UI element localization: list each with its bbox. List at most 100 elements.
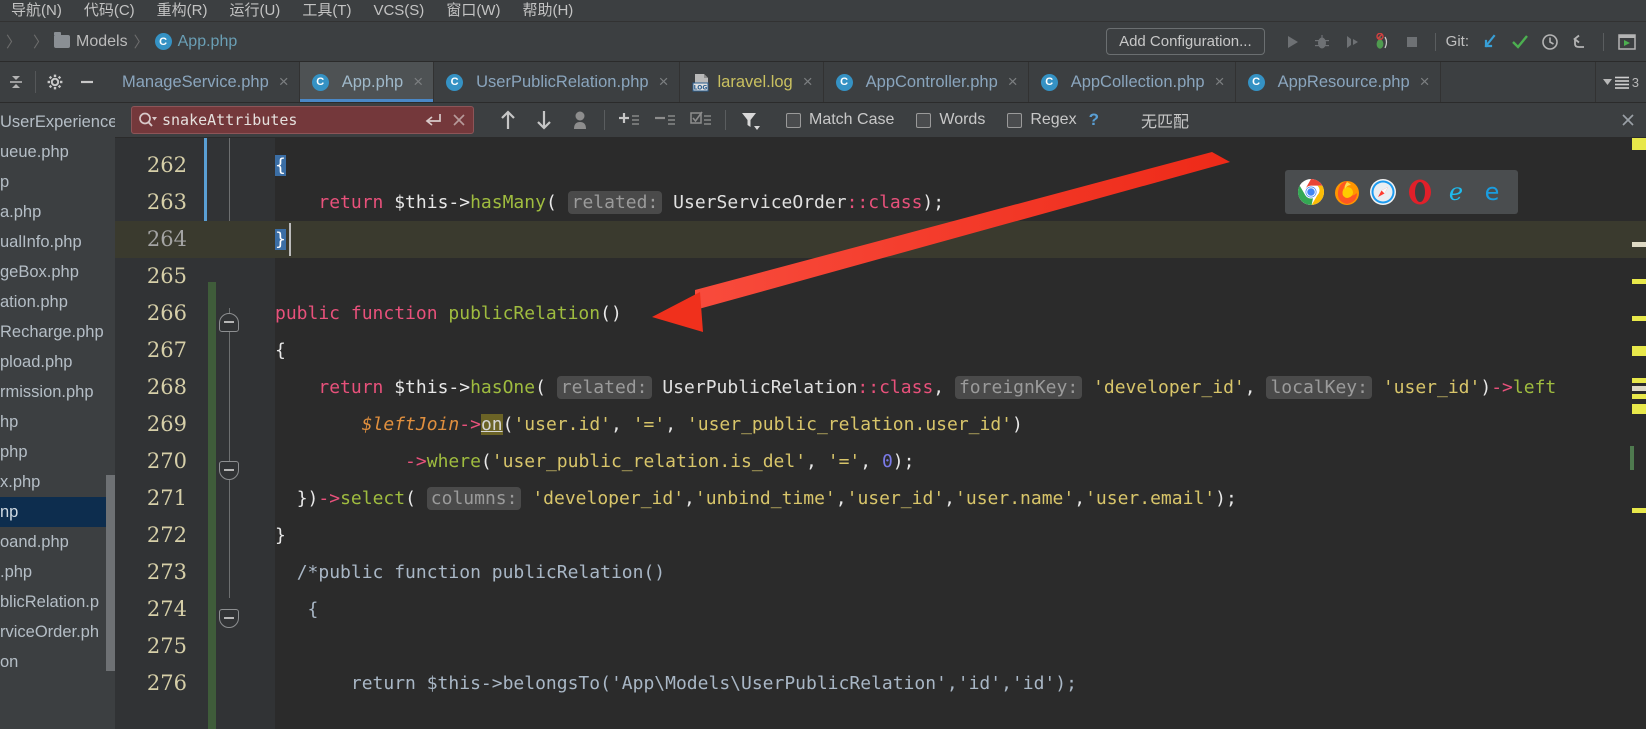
find-next-icon[interactable] xyxy=(526,105,562,135)
menu-item-refactor[interactable]: 重构(R) xyxy=(146,0,219,22)
editor-row[interactable]: 268 return $this->hasOne( related: UserP… xyxy=(115,369,1646,628)
error-stripe-marker[interactable] xyxy=(1632,138,1646,150)
tab-close-icon[interactable]: × xyxy=(659,72,669,92)
list-item[interactable]: geBox.php xyxy=(0,257,115,287)
list-item[interactable]: ueue.php xyxy=(0,137,115,167)
internet-explorer-icon[interactable]: e xyxy=(1442,178,1470,206)
tab-appresource[interactable]: C AppResource.php × xyxy=(1235,62,1441,102)
editor-row[interactable]: 265 xyxy=(115,258,1646,295)
minimize-icon[interactable] xyxy=(71,62,103,102)
tab-overflow-button[interactable]: 3 xyxy=(1594,62,1646,102)
select-all-occurrences-icon[interactable] xyxy=(562,105,598,135)
list-item[interactable]: UserExperience xyxy=(0,107,115,137)
list-item[interactable]: Recharge.php xyxy=(0,317,115,347)
tab-close-icon[interactable]: × xyxy=(413,72,423,92)
debug-icon[interactable] xyxy=(1307,28,1337,56)
error-stripe-marker[interactable] xyxy=(1632,279,1646,284)
stop-icon[interactable] xyxy=(1397,28,1427,56)
list-item[interactable]: x.php xyxy=(0,467,115,497)
error-stripe-marker[interactable] xyxy=(1632,404,1646,414)
opera-icon[interactable] xyxy=(1406,178,1434,206)
list-item[interactable]: php xyxy=(0,437,115,467)
run-with-coverage-icon[interactable] xyxy=(1337,28,1367,56)
editor-row[interactable]: 266 public function publicRelation() xyxy=(115,295,1646,480)
remove-line-icon[interactable] xyxy=(647,105,683,135)
error-stripe-marker[interactable] xyxy=(1632,316,1646,321)
list-item[interactable]: on xyxy=(0,647,115,677)
checkbox-box[interactable] xyxy=(1007,112,1023,128)
code-editor[interactable]: 261 public function userServiceOrders() … xyxy=(115,138,1646,729)
tab-app-php[interactable]: C App.php × xyxy=(299,62,435,102)
find-previous-icon[interactable] xyxy=(490,105,526,135)
chrome-icon[interactable] xyxy=(1297,178,1325,206)
editor-row[interactable]: 274 { xyxy=(115,591,1646,628)
filter-icon[interactable] xyxy=(732,105,768,135)
list-item[interactable]: p xyxy=(0,167,115,197)
expand-collapse-icon[interactable] xyxy=(0,62,32,102)
editor-row[interactable]: 273 /*public function publicRelation() xyxy=(115,554,1646,591)
run-icon[interactable] xyxy=(1277,28,1307,56)
error-stripe-marker[interactable] xyxy=(1632,386,1646,391)
add-configuration-button[interactable]: Add Configuration... xyxy=(1106,28,1265,55)
breadcrumb-file[interactable]: App.php xyxy=(178,33,238,51)
editor-row[interactable]: 267 { xyxy=(115,332,1646,369)
gear-icon[interactable] xyxy=(39,62,71,102)
firefox-icon[interactable] xyxy=(1333,178,1361,206)
menu-item-code[interactable]: 代码(C) xyxy=(73,0,146,22)
tab-close-icon[interactable]: × xyxy=(1215,72,1225,92)
open-console-icon[interactable] xyxy=(1612,28,1642,56)
error-stripe-marker[interactable] xyxy=(1632,346,1646,356)
checkbox-box[interactable] xyxy=(916,112,932,128)
list-item[interactable]: hp xyxy=(0,407,115,437)
safari-icon[interactable] xyxy=(1369,178,1397,206)
edge-icon[interactable]: e xyxy=(1478,178,1506,206)
update-project-icon[interactable] xyxy=(1475,28,1505,56)
tab-close-icon[interactable]: × xyxy=(279,72,289,92)
list-item-selected[interactable]: np xyxy=(0,497,115,527)
list-item[interactable]: .php xyxy=(0,557,115,587)
project-file-list[interactable]: UserExperience ueue.php p a.php ualInfo.… xyxy=(0,103,115,729)
list-item[interactable]: blicRelation.p xyxy=(0,587,115,617)
tab-laravel-log[interactable]: LOG laravel.log × xyxy=(679,62,824,102)
tab-userpublicrelation[interactable]: C UserPublicRelation.php × xyxy=(434,62,680,102)
tab-close-icon[interactable]: × xyxy=(1420,72,1430,92)
sidebar-scrollbar[interactable] xyxy=(106,475,115,671)
clear-icon[interactable] xyxy=(451,112,467,128)
menu-item-run[interactable]: 运行(U) xyxy=(218,0,291,22)
words-checkbox[interactable]: Words xyxy=(916,111,985,129)
list-item[interactable]: rviceOrder.ph xyxy=(0,617,115,647)
editor-row-current[interactable]: 264 } xyxy=(115,221,1646,332)
editor-row[interactable]: 272 } xyxy=(115,517,1646,554)
tab-close-icon[interactable]: × xyxy=(803,72,813,92)
enter-key-icon[interactable] xyxy=(423,112,443,128)
checkbox-box[interactable] xyxy=(786,112,801,128)
tab-close-icon[interactable]: × xyxy=(1008,72,1018,92)
editor-row[interactable]: 271 })->select( columns: 'developer_id',… xyxy=(115,480,1646,517)
list-item[interactable]: pload.php xyxy=(0,347,115,377)
tab-appcollection[interactable]: C AppCollection.php × xyxy=(1028,62,1236,102)
rollback-icon[interactable] xyxy=(1565,28,1595,56)
menu-item-tools[interactable]: 工具(T) xyxy=(291,0,362,22)
editor-row[interactable]: 261 public function userServiceOrders() xyxy=(115,138,1646,147)
breadcrumb-folder[interactable]: Models xyxy=(76,33,128,51)
history-icon[interactable] xyxy=(1535,28,1565,56)
check-lines-icon[interactable] xyxy=(683,105,719,135)
tab-manageservice[interactable]: ManageService.php × xyxy=(110,62,300,102)
menu-item-help[interactable]: 帮助(H) xyxy=(511,0,584,22)
regex-checkbox[interactable]: Regex xyxy=(1007,111,1077,129)
profile-icon[interactable] xyxy=(1367,28,1397,56)
editor-row[interactable]: 276 return $this->belongsTo('App\Models\… xyxy=(115,665,1646,702)
close-find-bar-icon[interactable] xyxy=(1620,112,1646,128)
regex-help-icon[interactable]: ? xyxy=(1089,110,1099,130)
search-input[interactable] xyxy=(162,111,419,129)
list-item[interactable]: oand.php xyxy=(0,527,115,557)
add-line-icon[interactable] xyxy=(611,105,647,135)
list-item[interactable]: a.php xyxy=(0,197,115,227)
error-stripe-marker[interactable] xyxy=(1632,242,1646,247)
error-stripe-marker[interactable] xyxy=(1632,378,1646,383)
search-field[interactable] xyxy=(131,106,474,134)
magnifier-with-dropdown-icon[interactable] xyxy=(138,111,158,129)
error-stripe-marker[interactable] xyxy=(1632,508,1646,513)
editor-row[interactable]: 270 ->where('user_public_relation.is_del… xyxy=(115,443,1646,480)
error-stripe-marker[interactable] xyxy=(1632,394,1646,399)
